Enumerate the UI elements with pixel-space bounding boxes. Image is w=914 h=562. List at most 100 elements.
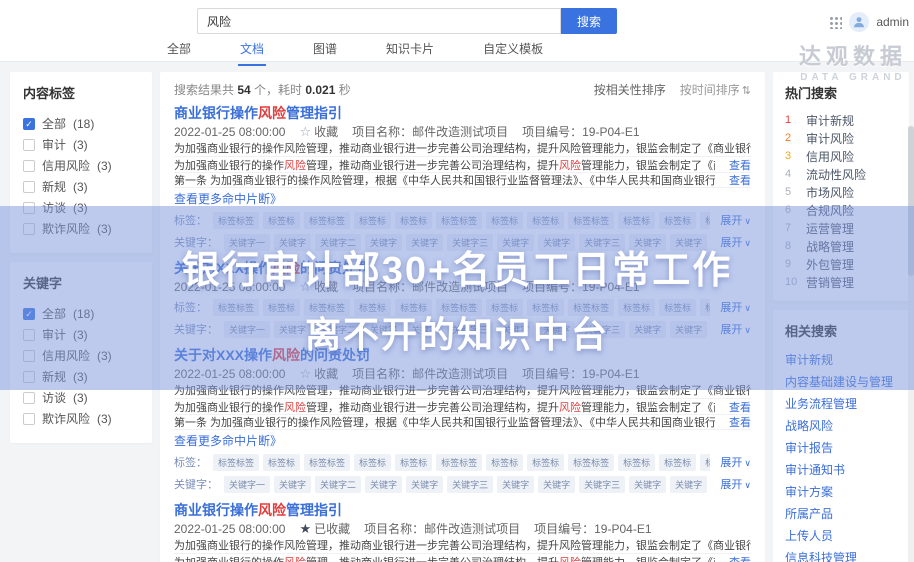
checkbox-icon[interactable]: ✓ bbox=[23, 371, 35, 383]
keyword-chip[interactable]: 关键字二 bbox=[315, 234, 361, 251]
tag-chip[interactable]: 标签标 bbox=[263, 454, 300, 471]
filter-item[interactable]: ✓ 访谈 (3) bbox=[23, 197, 139, 218]
keyword-chip[interactable]: 关键字 bbox=[497, 476, 534, 493]
checkbox-icon[interactable]: ✓ bbox=[23, 223, 35, 235]
tag-chip[interactable]: 标签标 bbox=[486, 454, 523, 471]
tag-chip[interactable]: 标签标 bbox=[263, 212, 300, 229]
result-title-link[interactable]: 商业银行操作风险管理指引 bbox=[174, 103, 751, 123]
filter-item[interactable]: ✓ 欺诈风险 (3) bbox=[23, 218, 139, 239]
related-search-item[interactable]: 业务流程管理 bbox=[785, 393, 897, 415]
tag-chip[interactable]: 标签标 bbox=[659, 454, 696, 471]
filter-item[interactable]: ✓ 访谈 (3) bbox=[23, 387, 139, 408]
tag-chip[interactable]: 标签标 bbox=[486, 299, 523, 316]
favorite-button[interactable]: ☆收藏 bbox=[299, 278, 338, 295]
keyword-chip[interactable]: 关键字三 bbox=[579, 321, 625, 338]
tag-chip[interactable]: 标签标 bbox=[395, 212, 432, 229]
keyword-chip[interactable]: 关键字 bbox=[538, 476, 575, 493]
checkbox-icon[interactable]: ✓ bbox=[23, 392, 35, 404]
view-link[interactable]: 查看 bbox=[729, 172, 751, 188]
expand-link[interactable]: 展开∨ bbox=[720, 212, 751, 228]
avatar[interactable] bbox=[849, 12, 869, 32]
filter-item[interactable]: ✓ 新规 (3) bbox=[23, 176, 139, 197]
tab-all[interactable]: 全部 bbox=[165, 37, 193, 66]
checkbox-icon[interactable]: ✓ bbox=[23, 139, 35, 151]
hot-search-item[interactable]: 5市场风险 bbox=[785, 183, 897, 201]
tag-chip[interactable]: 标签标签 bbox=[700, 212, 710, 229]
hot-search-item[interactable]: 6合规风险 bbox=[785, 201, 897, 219]
keyword-chip[interactable]: 关键字 bbox=[497, 234, 534, 251]
tag-chip[interactable]: 标签标签 bbox=[568, 454, 614, 471]
hot-search-item[interactable]: 9外包管理 bbox=[785, 255, 897, 273]
tag-chip[interactable]: 标签标 bbox=[659, 299, 696, 316]
keyword-chip[interactable]: 关键字 bbox=[365, 234, 402, 251]
keyword-chip[interactable]: 关键字 bbox=[406, 476, 443, 493]
related-search-item[interactable]: 内容基础建设与管理 bbox=[785, 371, 897, 393]
keyword-chip[interactable]: 关键字 bbox=[274, 321, 311, 338]
hot-search-item[interactable]: 7运营管理 bbox=[785, 219, 897, 237]
tab-knowledge-cards[interactable]: 知识卡片 bbox=[384, 37, 436, 66]
related-search-item[interactable]: 战略风险 bbox=[785, 415, 897, 437]
favorite-button[interactable]: ☆收藏 bbox=[299, 365, 338, 382]
keyword-chip[interactable]: 关键字 bbox=[629, 476, 666, 493]
tag-chip[interactable]: 标签标 bbox=[263, 299, 300, 316]
tab-custom-template[interactable]: 自定义模板 bbox=[481, 37, 545, 66]
related-search-item[interactable]: 审计报告 bbox=[785, 437, 897, 459]
hot-search-item[interactable]: 4流动性风险 bbox=[785, 165, 897, 183]
expand-link[interactable]: 展开∨ bbox=[720, 454, 751, 470]
keyword-chip[interactable]: 关键字 bbox=[538, 234, 575, 251]
view-link[interactable]: 查看 bbox=[729, 414, 751, 430]
keyword-chip[interactable]: 关键字 bbox=[538, 321, 575, 338]
username-label[interactable]: admin bbox=[876, 15, 909, 29]
checkbox-icon[interactable]: ✓ bbox=[23, 118, 35, 130]
keyword-chip[interactable]: 关键字三 bbox=[447, 321, 493, 338]
keyword-chip[interactable]: 关键字 bbox=[629, 321, 666, 338]
tag-chip[interactable]: 标签标 bbox=[618, 299, 655, 316]
filter-item[interactable]: ✓ 欺诈风险 (3) bbox=[23, 408, 139, 429]
related-search-item[interactable]: 审计方案 bbox=[785, 481, 897, 503]
keyword-chip[interactable]: 关键字 bbox=[406, 321, 443, 338]
tag-chip[interactable]: 标签标 bbox=[527, 454, 564, 471]
result-title-link[interactable]: 关于对XXX操作风险的问责处罚 bbox=[174, 345, 751, 365]
tag-chip[interactable]: 标签标签 bbox=[213, 212, 259, 229]
checkbox-icon[interactable]: ✓ bbox=[23, 181, 35, 193]
related-search-item[interactable]: 审计通知书 bbox=[785, 459, 897, 481]
tag-chip[interactable]: 标签标 bbox=[354, 454, 391, 471]
keyword-chip[interactable]: 关键字 bbox=[670, 321, 707, 338]
keyword-chip[interactable]: 关键字 bbox=[670, 476, 707, 493]
tag-chip[interactable]: 标签标 bbox=[395, 299, 432, 316]
tag-chip[interactable]: 标签标 bbox=[395, 454, 432, 471]
search-input[interactable] bbox=[197, 8, 561, 34]
expand-link[interactable]: 展开∨ bbox=[720, 234, 751, 250]
more-snippets-link[interactable]: 查看更多命中片断》 bbox=[174, 432, 751, 450]
tab-documents[interactable]: 文档 bbox=[238, 37, 266, 66]
hot-search-item[interactable]: 1审计新规 bbox=[785, 111, 897, 129]
tag-chip[interactable]: 标签标签 bbox=[213, 299, 259, 316]
keyword-chip[interactable]: 关键字三 bbox=[447, 476, 493, 493]
keyword-chip[interactable]: 关键字 bbox=[274, 476, 311, 493]
view-link[interactable]: 查看 bbox=[729, 554, 751, 562]
scrollbar-thumb[interactable] bbox=[908, 126, 914, 276]
related-search-item[interactable]: 上传人员 bbox=[785, 525, 897, 547]
related-search-item[interactable]: 信息科技管理 bbox=[785, 547, 897, 562]
related-search-item[interactable]: 所属产品 bbox=[785, 503, 897, 525]
tag-chip[interactable]: 标签标签 bbox=[304, 212, 350, 229]
result-title-link[interactable]: 关于对XXX操作风险的问责处罚 bbox=[174, 258, 751, 278]
tag-chip[interactable]: 标签标签 bbox=[700, 454, 710, 471]
keyword-chip[interactable]: 关键字三 bbox=[579, 476, 625, 493]
favorite-button[interactable]: ★已收藏 bbox=[299, 520, 350, 537]
keyword-chip[interactable]: 关键字 bbox=[629, 234, 666, 251]
expand-link[interactable]: 展开∨ bbox=[720, 321, 751, 337]
filter-item[interactable]: ✓ 信用风险 (3) bbox=[23, 155, 139, 176]
filter-item[interactable]: ✓ 全部 (18) bbox=[23, 113, 139, 134]
keyword-chip[interactable]: 关键字 bbox=[497, 321, 534, 338]
keyword-chip[interactable]: 关键字 bbox=[670, 234, 707, 251]
sort-by-time[interactable]: 按时间排序⇅ bbox=[680, 81, 751, 98]
more-snippets-link[interactable]: 查看更多命中片断》 bbox=[174, 190, 751, 208]
tag-chip[interactable]: 标签标 bbox=[486, 212, 523, 229]
tag-chip[interactable]: 标签标 bbox=[659, 212, 696, 229]
tag-chip[interactable]: 标签标签 bbox=[568, 212, 614, 229]
tag-chip[interactable]: 标签标签 bbox=[304, 454, 350, 471]
tag-chip[interactable]: 标签标 bbox=[354, 299, 391, 316]
hot-search-item[interactable]: 3信用风险 bbox=[785, 147, 897, 165]
keyword-chip[interactable]: 关键字 bbox=[365, 321, 402, 338]
